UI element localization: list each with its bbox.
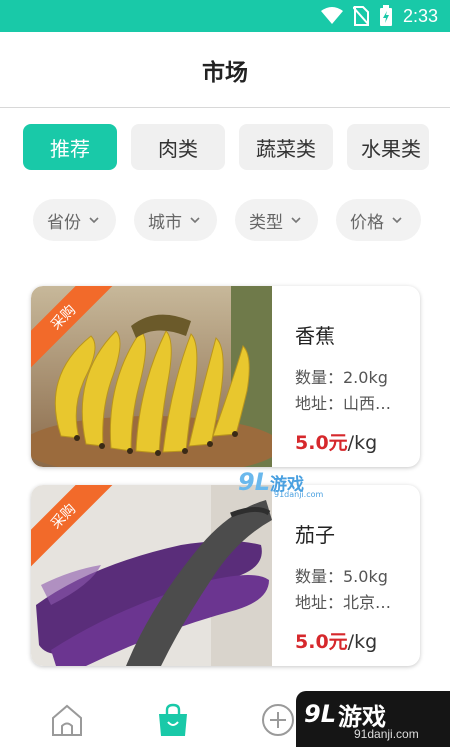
corner-watermark-url: 91danji.com [354, 727, 419, 741]
filter-label: 类型 [249, 212, 283, 233]
price-unit: /kg [347, 432, 378, 454]
filter-bar: 省份 城市 类型 价格 [33, 199, 421, 241]
product-card-banana[interactable]: 采购 香蕉 数量：2.0kg 地址：山西… 5.0元/kg [31, 286, 420, 467]
battery-charging-icon [379, 5, 392, 26]
clock: 2:33 [402, 5, 438, 26]
price-value: 5.0元 [295, 631, 348, 653]
status-bar: 2:33 [0, 0, 450, 32]
product-address: 地址：北京… [295, 593, 392, 612]
product-name: 茄子 [295, 523, 335, 547]
tab-fruits[interactable]: 水果类 [347, 124, 429, 170]
shopping-bag-icon [159, 703, 187, 736]
filter-label: 省份 [47, 212, 81, 233]
home-icon [52, 704, 82, 736]
tab-meat[interactable]: 肉类 [131, 124, 225, 170]
no-sim-icon [352, 6, 369, 26]
product-info: 香蕉 数量：2.0kg 地址：山西… 5.0元/kg [295, 286, 415, 467]
product-image-eggplant: 采购 [31, 485, 272, 666]
chevron-down-icon [291, 217, 301, 224]
product-name: 香蕉 [295, 324, 335, 348]
product-image-banana: 采购 [31, 286, 272, 467]
category-tabs: 推荐 肉类 蔬菜类 水果类 [23, 124, 429, 170]
page-title: 市场 [202, 59, 248, 86]
product-price: 5.0元/kg [295, 627, 377, 654]
price-unit: /kg [347, 631, 378, 653]
add-circle-icon [262, 704, 294, 736]
product-quantity: 数量：2.0kg [295, 368, 388, 387]
tab-vegetables[interactable]: 蔬菜类 [239, 124, 333, 170]
nav-add[interactable] [258, 700, 298, 740]
price-value: 5.0元 [295, 432, 348, 454]
filter-province[interactable]: 省份 [33, 199, 116, 241]
filter-label: 城市 [148, 212, 182, 233]
corner-watermark: 9L 游戏 91danji.com [296, 691, 450, 747]
chevron-down-icon [89, 217, 99, 224]
product-card-eggplant[interactable]: 采购 茄子 数量：5.0kg 地址：北京… 5.0元/kg [31, 485, 420, 666]
watermark-url: 91danji.com [274, 490, 324, 499]
filter-label: 价格 [350, 212, 384, 233]
chevron-down-icon [392, 217, 402, 224]
filter-type[interactable]: 类型 [235, 199, 318, 241]
product-price: 5.0元/kg [295, 428, 377, 455]
nav-home[interactable] [47, 700, 87, 740]
nav-market[interactable] [153, 700, 193, 740]
tab-recommended[interactable]: 推荐 [23, 124, 117, 170]
brand-logo-icon: 9L [304, 700, 336, 728]
title-bar: 市场 [0, 32, 450, 108]
wifi-icon [320, 7, 343, 24]
filter-city[interactable]: 城市 [134, 199, 217, 241]
watermark-logo: 9L 游戏 91danji.com [232, 464, 336, 504]
status-icons: 2:33 [320, 0, 438, 32]
watermark-mark: 9L [238, 468, 270, 496]
svg-text:9L: 9L [304, 700, 336, 728]
product-quantity: 数量：5.0kg [295, 567, 388, 586]
filter-price[interactable]: 价格 [336, 199, 421, 241]
chevron-down-icon [190, 217, 200, 224]
product-address: 地址：山西… [295, 394, 392, 413]
product-info: 茄子 数量：5.0kg 地址：北京… 5.0元/kg [295, 485, 415, 666]
